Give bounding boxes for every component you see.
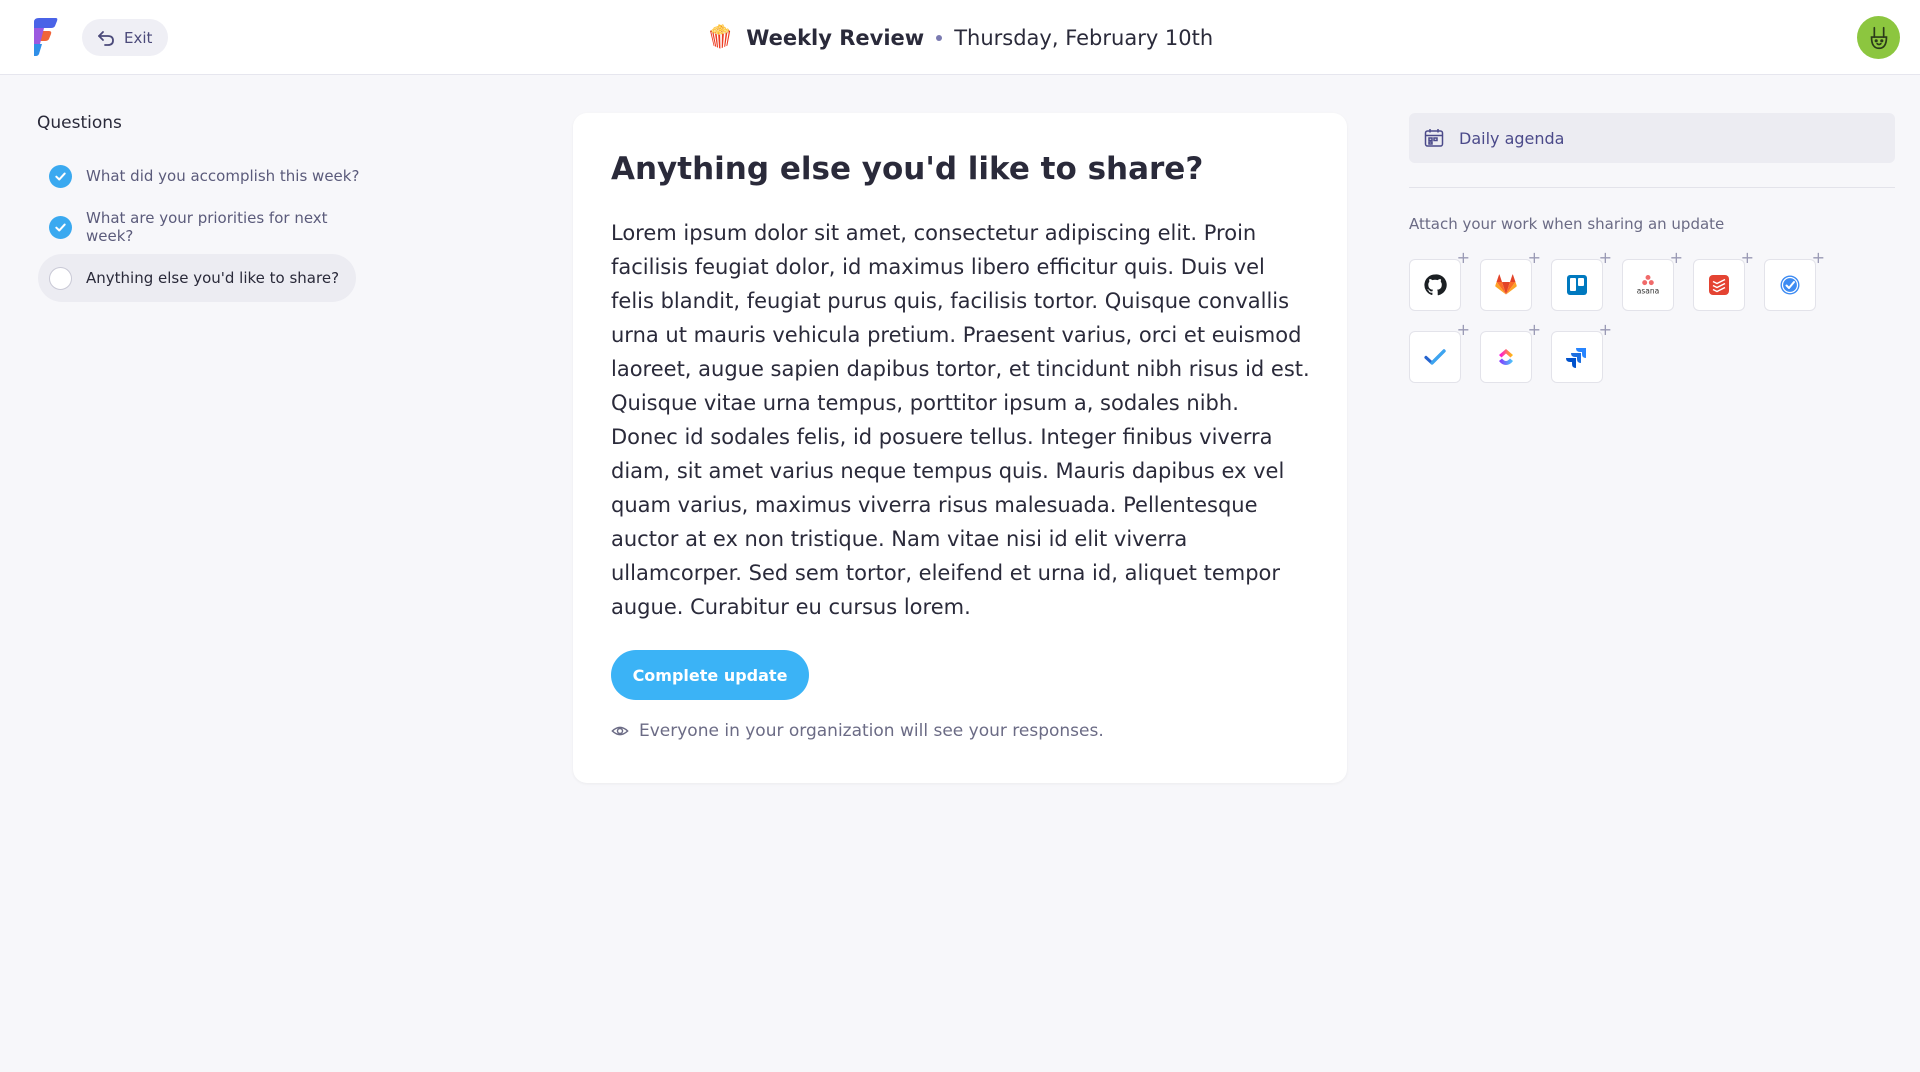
question-item-anything-else[interactable]: Anything else you'd like to share? — [38, 254, 356, 302]
plus-icon: + — [1811, 248, 1825, 267]
plus-icon: + — [1527, 320, 1541, 339]
meeting-date: Thursday, February 10th — [954, 25, 1214, 50]
plus-icon: + — [1598, 320, 1612, 339]
integration-clickup[interactable]: + — [1480, 322, 1541, 383]
calendar-icon — [1424, 129, 1444, 147]
integration-things[interactable]: + — [1764, 250, 1825, 311]
check-circle-icon — [49, 215, 72, 239]
question-item-accomplish[interactable]: What did you accomplish this week? — [38, 152, 368, 200]
integration-todoist[interactable]: + — [1693, 250, 1754, 311]
meeting-title: Weekly Review — [746, 25, 925, 50]
things-icon — [1780, 275, 1800, 295]
empty-circle-icon — [49, 266, 72, 290]
eye-icon — [611, 726, 629, 736]
daily-agenda-label: Daily agenda — [1459, 128, 1565, 148]
github-icon — [1424, 274, 1447, 296]
question-item-priorities[interactable]: What are your priorities for next week? — [38, 203, 368, 251]
plus-icon: + — [1598, 248, 1612, 267]
question-label: What are your priorities for next week? — [86, 209, 328, 245]
daily-agenda-button[interactable]: Daily agenda — [1409, 113, 1895, 163]
plus-icon: + — [1669, 248, 1683, 267]
top-bar: Exit 🍿 Weekly Review Thursday, February … — [0, 0, 1920, 75]
clickup-icon — [1499, 349, 1513, 365]
integration-microsoft-todo[interactable]: + — [1409, 322, 1470, 383]
separator-dot — [936, 34, 943, 41]
plus-icon: + — [1456, 320, 1470, 339]
question-label: Anything else you'd like to share? — [86, 269, 340, 287]
integration-jira[interactable]: + — [1551, 322, 1612, 383]
plus-icon: + — [1740, 248, 1754, 267]
avatar[interactable] — [1857, 16, 1900, 59]
question-label: What did you accomplish this week? — [86, 167, 360, 185]
microsoft-todo-icon — [1424, 349, 1446, 365]
integration-github[interactable]: + — [1409, 250, 1470, 311]
todoist-icon — [1709, 275, 1729, 295]
gitlab-icon — [1495, 274, 1517, 295]
exit-label: Exit — [124, 28, 153, 47]
visibility-note: Everyone in your organization will see y… — [611, 721, 1104, 741]
questions-list: What did you accomplish this week? What … — [38, 152, 368, 305]
exit-button[interactable]: Exit — [82, 19, 168, 56]
page-title: 🍿 Weekly Review Thursday, February 10th — [0, 0, 1920, 75]
jira-icon — [1566, 348, 1586, 368]
bunny-avatar-icon — [1870, 26, 1887, 49]
integration-trello[interactable]: + — [1551, 250, 1612, 311]
question-card: Anything else you'd like to share? Lorem… — [573, 113, 1347, 783]
questions-heading: Questions — [37, 113, 122, 133]
popcorn-icon: 🍿 — [706, 25, 735, 50]
visibility-text: Everyone in your organization will see y… — [639, 721, 1104, 741]
asana-icon: asana — [1637, 274, 1660, 296]
integration-gitlab[interactable]: + — [1480, 250, 1541, 311]
plus-icon: + — [1527, 248, 1541, 267]
plus-icon: + — [1456, 248, 1470, 267]
trello-icon — [1567, 275, 1587, 295]
attach-work-label: Attach your work when sharing an update — [1409, 215, 1725, 233]
app-logo-icon[interactable] — [30, 18, 60, 56]
divider — [1409, 187, 1895, 188]
undo-arrow-icon — [98, 30, 114, 46]
response-text[interactable]: Lorem ipsum dolor sit amet, consectetur … — [611, 216, 1311, 624]
complete-update-button[interactable]: Complete update — [611, 650, 809, 700]
question-title: Anything else you'd like to share? — [611, 151, 1204, 187]
integration-asana[interactable]: + asana — [1622, 250, 1683, 311]
check-circle-icon — [49, 164, 72, 188]
svg-text:asana: asana — [1637, 287, 1660, 296]
